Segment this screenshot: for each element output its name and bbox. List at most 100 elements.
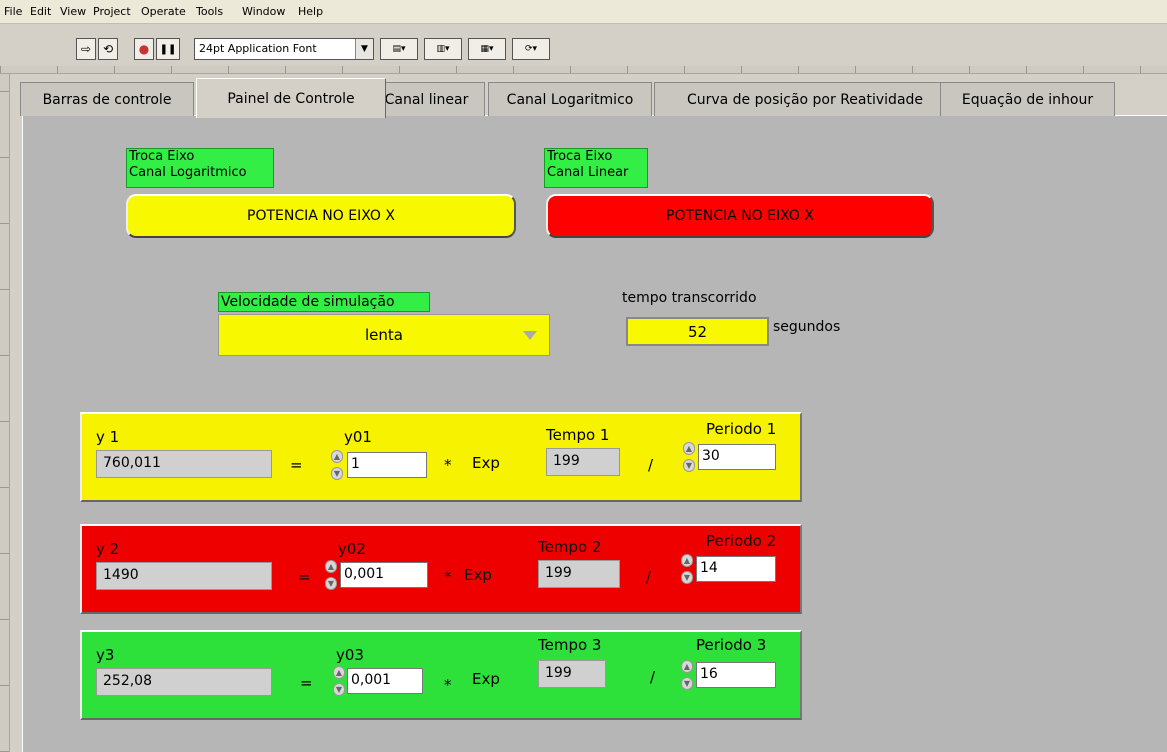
increment-icon[interactable]: ▲ [325,560,337,573]
y0-spinner[interactable]: ▲ ▼ [324,560,338,590]
font-selector[interactable]: 24pt Application Font ▼ [194,38,374,60]
reorder-icon: ⟳▾ [524,44,538,54]
decrement-icon[interactable]: ▼ [681,571,693,584]
troca-lin-label-line2: Canal Linear [547,165,629,180]
run-arrow-icon: ⇨ [80,42,92,56]
troca-log-button[interactable]: POTENCIA NO EIXO X [126,194,516,238]
multiply-sign: * [444,568,452,586]
exp-label: Exp [472,454,500,472]
multiply-sign: * [444,676,452,694]
periodo-label: Periodo 3 [696,636,767,654]
periodo-spinner[interactable]: ▲ ▼ [680,660,694,690]
exp-label: Exp [472,670,500,688]
reorder-button[interactable]: ⟳▾ [512,38,550,60]
menu-window[interactable]: Window [242,5,285,18]
y0-label: y03 [336,646,364,664]
periodo-label: Periodo 2 [706,532,777,550]
periodo-input[interactable]: 16 [696,662,776,688]
menu-file[interactable]: File [4,5,22,18]
velocidade-value: lenta [365,326,403,344]
velocidade-ring[interactable]: lenta [218,314,550,356]
y0-input[interactable]: 1 [347,452,427,478]
tab-canal-logaritmico[interactable]: Canal Logaritmico [488,82,652,116]
y0-input[interactable]: 0,001 [347,668,423,694]
troca-log-label: Troca Eixo Canal Logaritmico [126,148,274,188]
y-indicator: 760,011 [96,450,272,478]
decrement-icon[interactable]: ▼ [331,467,343,480]
periodo-input[interactable]: 30 [698,444,776,470]
menu-operate[interactable]: Operate [141,5,186,18]
troca-lin-button[interactable]: POTENCIA NO EIXO X [546,194,934,238]
increment-icon[interactable]: ▲ [331,450,343,463]
decrement-icon[interactable]: ▼ [681,677,693,690]
divide-sign: / [650,668,656,686]
menu-help[interactable]: Help [298,5,323,18]
periodo-label: Periodo 1 [706,420,777,438]
distribute-objects-icon: ▥▾ [436,44,450,54]
divide-sign: / [646,568,652,586]
resize-objects-icon: ▦▾ [480,44,494,54]
periodo-spinner[interactable]: ▲ ▼ [682,442,696,472]
troca-log-label-line2: Canal Logaritmico [129,165,247,180]
exp-label: Exp [464,566,492,584]
increment-icon[interactable]: ▲ [681,554,693,567]
increment-icon[interactable]: ▲ [333,666,345,679]
run-button[interactable]: ⇨ [76,38,96,60]
troca-lin-label: Troca Eixo Canal Linear [544,148,648,188]
menu-bar: File Edit View Project Operate Tools Win… [0,0,1167,24]
increment-icon[interactable]: ▲ [681,660,693,673]
tempo-label: Tempo 1 [546,426,610,444]
y-indicator: 252,08 [96,668,272,696]
chevron-down-icon: ▼ [355,39,373,59]
y-label: y 1 [96,428,120,446]
align-objects-icon: ▤▾ [392,44,406,54]
tempo-unit: segundos [773,319,841,335]
tempo-value: 52 [687,322,708,341]
y-indicator: 1490 [96,562,272,590]
align-objects-button[interactable]: ▤▾ [380,38,418,60]
tempo-indicator: 52 [626,317,769,346]
menu-project[interactable]: Project [93,5,131,18]
periodo-spinner[interactable]: ▲ ▼ [680,554,694,584]
resize-objects-button[interactable]: ▦▾ [468,38,506,60]
velocidade-label: Velocidade de simulação [218,292,430,312]
run-continuously-icon: ⟲ [102,42,114,56]
vertical-ruler [0,74,10,752]
y0-spinner[interactable]: ▲ ▼ [332,666,346,696]
abort-button[interactable]: ● [134,38,154,60]
increment-icon[interactable]: ▲ [683,442,695,455]
tempo-label: Tempo 3 [538,636,602,654]
decrement-icon[interactable]: ▼ [325,577,337,590]
menu-edit[interactable]: Edit [30,5,51,18]
y0-label: y01 [344,428,372,446]
tab-barras-de-controle[interactable]: Barras de controle [20,82,194,116]
tab-painel-de-controle[interactable]: Painel de Controle [196,78,386,118]
abort-icon: ● [138,42,150,56]
menu-view[interactable]: View [60,5,86,18]
decrement-icon[interactable]: ▼ [333,683,345,696]
horizontal-ruler [0,66,1167,74]
cluster-1: y 1 760,011 = y01 ▲ ▼ 1 * Exp Tempo 1 199… [80,412,802,502]
cluster-3: y3 252,08 = y03 ▲ ▼ 0,001 * Exp Tempo 3 1… [80,630,802,720]
y-label: y 2 [96,540,120,558]
distribute-objects-button[interactable]: ▥▾ [424,38,462,60]
tempo-label: tempo transcorrido [622,290,757,306]
tab-strip: Barras de controle Painel de Controle Ca… [20,78,1167,118]
pause-button[interactable]: ❚❚ [156,38,180,60]
divide-sign: / [648,456,654,474]
run-continuously-button[interactable]: ⟲ [98,38,118,60]
y0-input[interactable]: 0,001 [340,562,428,588]
tempo-label: Tempo 2 [538,538,602,556]
menu-tools[interactable]: Tools [196,5,223,18]
periodo-input[interactable]: 14 [696,556,776,582]
tempo-indicator: 199 [546,448,620,476]
equals-sign: = [298,568,311,586]
tempo-indicator: 199 [538,560,620,588]
tab-curva-de-posicao[interactable]: Curva de posição por Reatividade [654,82,956,116]
multiply-sign: * [444,456,452,474]
troca-lin-label-line1: Troca Eixo [547,149,613,164]
decrement-icon[interactable]: ▼ [683,459,695,472]
font-selector-value: 24pt Application Font [199,42,317,55]
tab-equacao-de-inhour[interactable]: Equação de inhour [940,82,1115,116]
y0-spinner[interactable]: ▲ ▼ [330,450,344,480]
